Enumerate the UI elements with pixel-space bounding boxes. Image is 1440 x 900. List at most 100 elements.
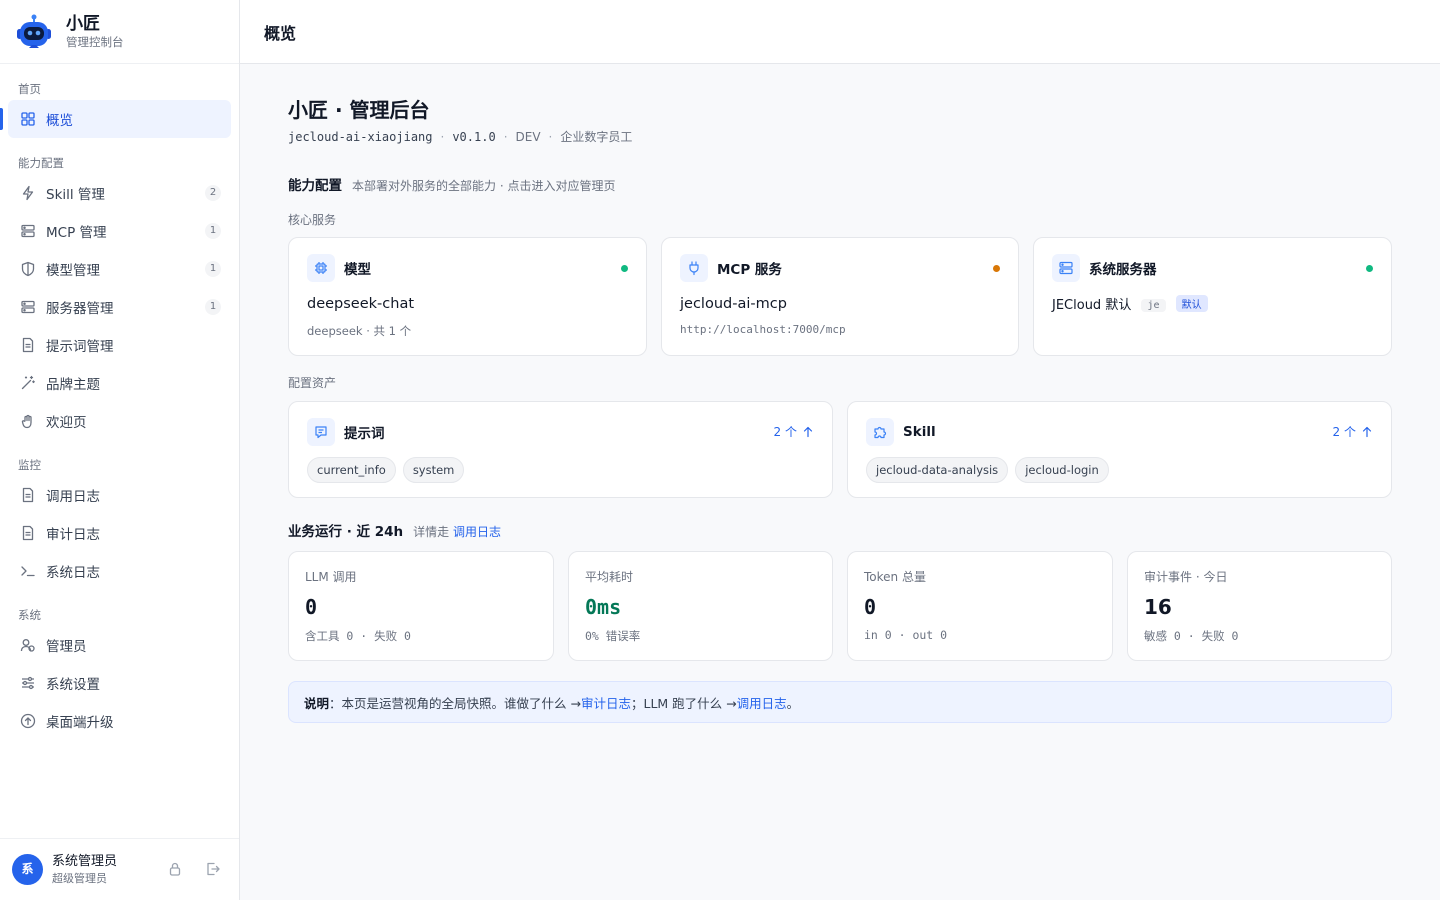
call-logs-link[interactable]: 调用日志	[737, 693, 787, 712]
sidebar-item-settings[interactable]: 系统设置	[8, 664, 231, 702]
info-note: 说明 ：本页是运营视角的全局快照。谁做了什么 → 审计日志 ；LLM 跑了什么 …	[288, 681, 1392, 723]
sidebar-item-prompts[interactable]: 提示词管理	[8, 326, 231, 364]
section-desc: 本部署对外服务的全部能力 · 点击进入对应管理页	[352, 179, 616, 193]
skill-tag[interactable]: jecloud-login	[1015, 457, 1109, 483]
sidebar-item-servers[interactable]: 服务器管理 1	[8, 288, 231, 326]
prompt-tag[interactable]: current_info	[307, 457, 396, 483]
lock-icon[interactable]	[167, 861, 183, 877]
terminal-icon	[20, 563, 36, 579]
note-text: 。	[786, 695, 800, 711]
sidebar-item-brand-theme[interactable]: 品牌主题	[8, 364, 231, 402]
sliders-icon	[20, 675, 36, 691]
stat-label: 审计事件 · 今日	[1144, 570, 1228, 584]
brand-subtitle: 管理控制台	[66, 34, 124, 49]
model-name: deepseek-chat	[307, 296, 415, 312]
user-bar: 系 系统管理员 超级管理员	[0, 838, 239, 900]
count-badge: 1	[205, 299, 221, 315]
puzzle-icon	[866, 418, 894, 446]
status-indicator	[621, 265, 628, 272]
sidebar-item-label: Skill 管理	[46, 187, 105, 203]
sidebar-item-skill[interactable]: Skill 管理 2	[8, 174, 231, 212]
sidebar-item-admins[interactable]: 管理员	[8, 626, 231, 664]
sidebar-item-overview[interactable]: 概览	[0, 100, 231, 138]
logout-icon[interactable]	[205, 861, 221, 877]
nav-group-system: 系统	[18, 608, 41, 622]
sidebar-item-label: 模型管理	[46, 263, 100, 279]
sidebar-item-models[interactable]: 模型管理 1	[8, 250, 231, 288]
shield-icon	[20, 261, 36, 277]
mcp-service-url: http://localhost:7000/mcp	[680, 323, 846, 336]
prompts-count-link[interactable]: 2 个	[774, 423, 814, 440]
app-version: v0.1.0	[452, 129, 496, 144]
sidebar-item-label: 审计日志	[46, 527, 100, 543]
sidebar-item-call-logs[interactable]: 调用日志	[8, 476, 231, 514]
app-env: DEV	[515, 129, 541, 144]
plug-icon	[680, 254, 708, 282]
users-icon	[20, 637, 36, 653]
robot-logo-icon	[17, 14, 51, 48]
prompts-card[interactable]: 提示词 2 个 current_info system	[288, 401, 833, 498]
prompt-tag[interactable]: system	[402, 457, 465, 483]
server-icon	[20, 299, 36, 315]
sidebar-item-label: 欢迎页	[46, 415, 87, 431]
system-server-card[interactable]: 系统服务器 JECloud 默认 je 默认	[1033, 237, 1392, 356]
sidebar-item-label: 提示词管理	[46, 339, 114, 355]
stat-label: 平均耗时	[585, 570, 634, 584]
stat-label: Token 总量	[864, 570, 926, 584]
section-desc: 详情走 调用日志	[413, 525, 501, 539]
sidebar-item-desktop-upgrade[interactable]: 桌面端升级	[8, 702, 231, 740]
capabilities-header: 能力配置 本部署对外服务的全部能力 · 点击进入对应管理页	[288, 174, 615, 194]
sidebar-item-label: 调用日志	[46, 489, 100, 505]
bolt-icon	[20, 185, 36, 201]
app-id: jecloud-ai-xiaojiang	[288, 129, 433, 144]
arrow-up-icon	[1362, 426, 1372, 437]
stat-card-llm-calls: LLM 调用 0 含工具 0 · 失败 0	[288, 551, 554, 661]
stat-card-avg-latency: 平均耗时 0ms 0% 错误率	[568, 551, 833, 661]
skill-card[interactable]: Skill 2 个 jecloud-data-analysis jecloud-…	[847, 401, 1392, 498]
avatar[interactable]: 系	[12, 854, 43, 885]
mcp-service-card[interactable]: MCP 服务 jecloud-ai-mcp http://localhost:7…	[661, 237, 1019, 356]
count-badge: 1	[205, 261, 221, 277]
note-label: 说明	[304, 695, 330, 711]
stat-value: 0	[305, 595, 318, 619]
page-breadcrumb: 概览	[264, 23, 297, 43]
magic-wand-icon	[20, 375, 36, 391]
mcp-service-name: jecloud-ai-mcp	[680, 296, 787, 312]
document-icon	[20, 487, 36, 503]
sidebar-item-label: 管理员	[46, 639, 87, 655]
sidebar-item-mcp[interactable]: MCP 管理 1	[8, 212, 231, 250]
brand[interactable]: 小匠 管理控制台	[0, 0, 239, 64]
business-header: 业务运行 · 近 24h 详情走 调用日志	[288, 520, 501, 540]
skill-tag[interactable]: jecloud-data-analysis	[866, 457, 1009, 483]
card-title: Skill	[903, 424, 936, 440]
sidebar-item-label: 系统设置	[46, 677, 100, 693]
config-assets-label: 配置资产	[288, 376, 337, 390]
user-role: 超级管理员	[52, 871, 107, 885]
skills-count-link[interactable]: 2 个	[1333, 423, 1373, 440]
server-entry: JECloud 默认 je 默认	[1052, 294, 1208, 313]
card-title: MCP 服务	[717, 262, 782, 278]
sidebar-item-label: MCP 管理	[46, 225, 107, 241]
status-indicator	[993, 265, 1000, 272]
call-logs-link[interactable]: 调用日志	[453, 525, 501, 539]
note-text: ：本页是运营视角的全局快照。谁做了什么 →	[329, 695, 581, 711]
model-card[interactable]: 模型 deepseek-chat deepseek · 共 1 个	[288, 237, 647, 356]
default-badge: 默认	[1175, 295, 1208, 312]
stat-foot: in 0 · out 0	[864, 628, 948, 642]
stat-card-audit-events: 审计事件 · 今日 16 敏感 0 · 失败 0	[1127, 551, 1392, 661]
asset-count: 2 个	[773, 425, 797, 439]
audit-logs-link[interactable]: 审计日志	[581, 693, 631, 712]
skill-tags: jecloud-data-analysis jecloud-login	[866, 457, 1109, 483]
sidebar-item-welcome[interactable]: 欢迎页	[8, 402, 231, 440]
sidebar-item-audit-logs[interactable]: 审计日志	[8, 514, 231, 552]
stat-card-tokens: Token 总量 0 in 0 · out 0	[847, 551, 1113, 661]
prompt-icon	[307, 418, 335, 446]
user-name: 系统管理员	[52, 853, 118, 869]
server-icon	[20, 223, 36, 239]
nav-group-monitoring: 监控	[18, 458, 41, 472]
sidebar-nav: 首页 概览 能力配置 Skill 管理 2 MCP 管理 1 模型管理 1 服务…	[0, 64, 239, 740]
sidebar-item-label: 桌面端升级	[46, 715, 114, 731]
status-indicator	[1366, 265, 1373, 272]
card-title: 提示词	[344, 426, 385, 442]
sidebar-item-system-logs[interactable]: 系统日志	[8, 552, 231, 590]
